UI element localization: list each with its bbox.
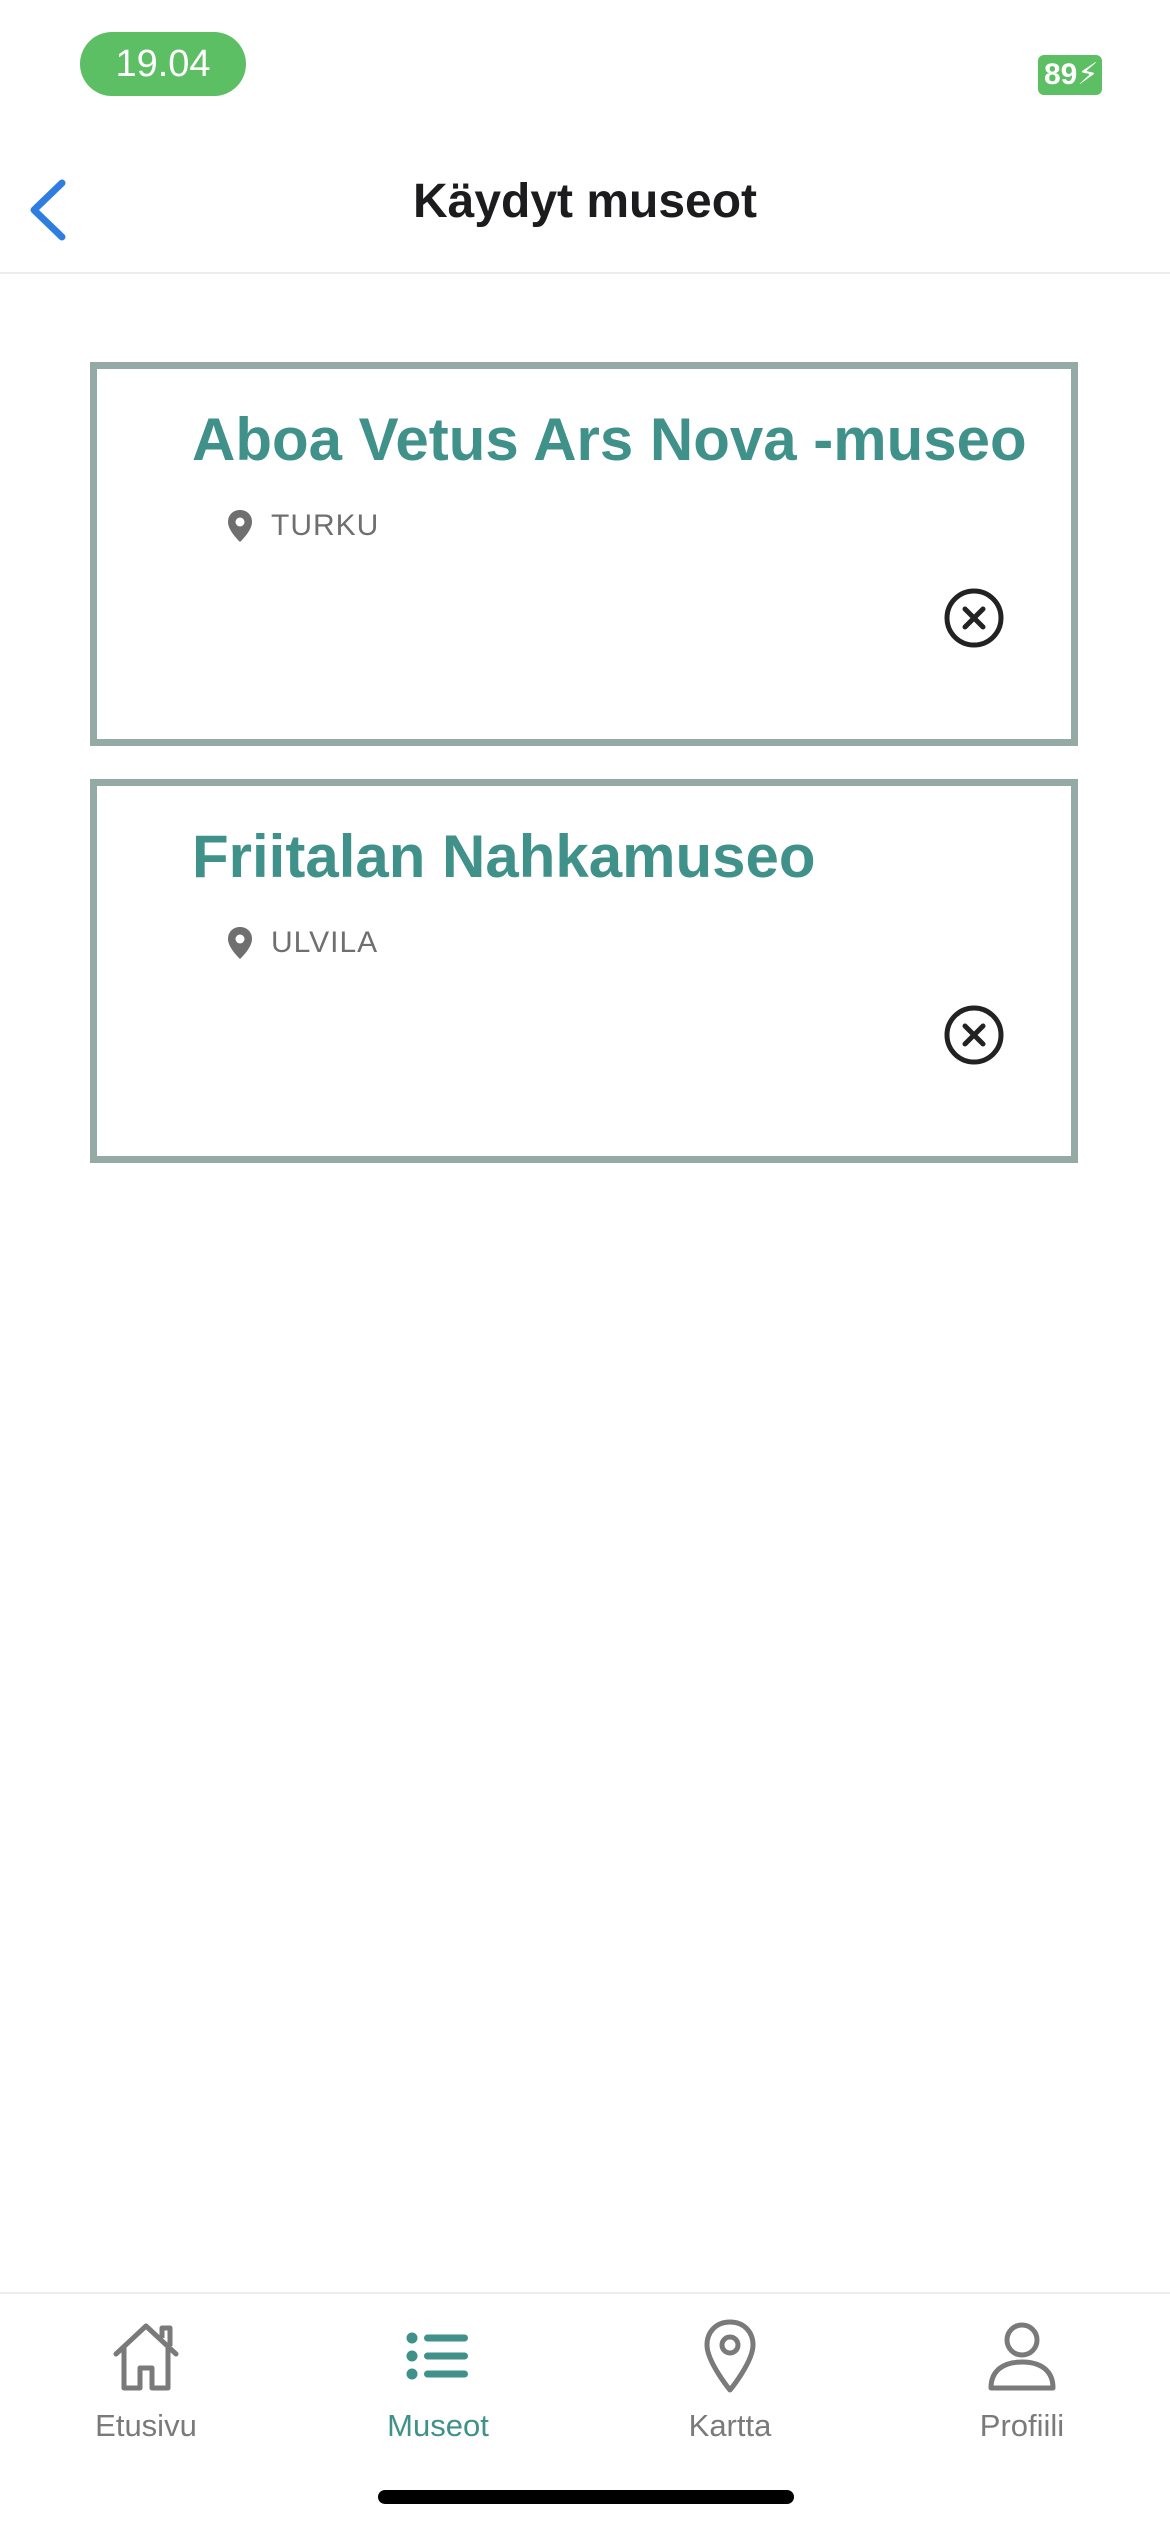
remove-museum-button[interactable] — [943, 587, 1005, 649]
museum-location: TURKU — [227, 509, 379, 543]
map-pin-icon — [704, 2319, 756, 2393]
tab-kartta[interactable]: Kartta — [584, 2316, 876, 2444]
status-bar: 19.04 89⚡ — [0, 0, 1170, 130]
home-indicator — [378, 2490, 794, 2504]
tab-museot[interactable]: Museot — [292, 2316, 584, 2444]
battery-level: 89 — [1044, 58, 1078, 91]
tab-label: Profiili — [979, 2408, 1065, 2443]
museum-location: ULVILA — [227, 926, 378, 960]
nav-header: Käydyt museot — [0, 130, 1170, 274]
location-pin-icon — [228, 927, 252, 959]
screen: 19.04 89⚡ Käydyt museot Aboa Vetus Ars N… — [0, 0, 1170, 2532]
tab-etusivu[interactable]: Etusivu — [0, 2316, 292, 2444]
museum-name: Friitalan Nahkamuseo — [192, 823, 816, 890]
list-icon — [406, 2332, 468, 2380]
tab-label: Museot — [387, 2408, 489, 2443]
page-title: Käydyt museot — [412, 175, 758, 228]
close-circle-icon — [944, 588, 1004, 648]
battery-indicator: 89⚡ — [1038, 55, 1102, 95]
charging-bolt-icon: ⚡ — [1077, 58, 1099, 91]
museum-name: Aboa Vetus Ars Nova -museo — [192, 406, 1027, 473]
museum-card[interactable]: Aboa Vetus Ars Nova -museo TURKU — [90, 362, 1078, 746]
user-icon — [988, 2322, 1056, 2391]
museum-card[interactable]: Friitalan Nahkamuseo ULVILA — [90, 779, 1078, 1163]
location-label: ULVILA — [271, 926, 379, 959]
close-circle-icon — [944, 1005, 1004, 1065]
status-time: 19.04 — [80, 32, 246, 96]
remove-museum-button[interactable] — [943, 1004, 1005, 1066]
tab-label: Etusivu — [95, 2408, 197, 2443]
home-icon — [113, 2323, 179, 2391]
tab-profiili[interactable]: Profiili — [876, 2316, 1168, 2444]
tab-label: Kartta — [688, 2408, 772, 2443]
location-pin-icon — [228, 510, 252, 542]
location-label: TURKU — [271, 509, 380, 542]
